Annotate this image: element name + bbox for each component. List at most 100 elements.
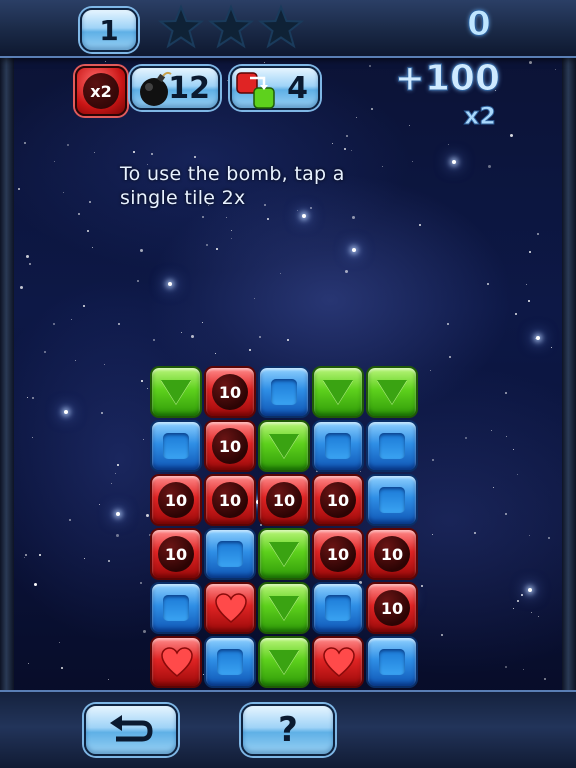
star-dot — [441, 634, 444, 637]
tile-green[interactable] — [312, 366, 364, 418]
square-gem-icon — [163, 433, 189, 459]
tile-blue[interactable] — [258, 366, 310, 418]
tile-blue[interactable] — [366, 474, 418, 526]
tile-red-10[interactable]: 10 — [150, 474, 202, 526]
star-dot — [153, 339, 156, 342]
star-dot — [91, 246, 93, 248]
tile-blue[interactable] — [150, 420, 202, 472]
star-dot — [118, 323, 121, 326]
tile-red-10[interactable]: 10 — [204, 474, 256, 526]
coin-value: 10 — [212, 428, 248, 464]
coin-value: 10 — [266, 482, 302, 518]
star-dot — [99, 504, 101, 506]
top-bar: 1 0 — [0, 0, 576, 58]
bright-star — [452, 160, 456, 164]
help-button[interactable]: ? — [241, 704, 335, 756]
star-dot — [104, 60, 106, 62]
bomb-powerup-button[interactable]: 12 — [130, 66, 220, 110]
star-dot — [263, 62, 265, 64]
star-dot — [27, 662, 29, 664]
triangle-gem-icon — [161, 380, 191, 404]
tile-blue[interactable] — [204, 636, 256, 688]
star-dot — [464, 437, 467, 440]
star-dot — [201, 321, 203, 323]
left-frame-pillar — [0, 56, 14, 690]
multiplier-powerup[interactable]: x2 — [75, 66, 127, 116]
star-dot — [550, 346, 552, 348]
square-gem-icon — [325, 595, 351, 621]
coin-value: 10 — [374, 536, 410, 572]
star-dot — [447, 322, 450, 325]
tile-green[interactable] — [258, 636, 310, 688]
heart-icon — [161, 647, 193, 677]
star-dot — [31, 437, 33, 439]
level-indicator[interactable]: 1 — [80, 8, 138, 52]
tile-blue[interactable] — [204, 528, 256, 580]
tile-green[interactable] — [258, 528, 310, 580]
bright-star — [528, 588, 532, 592]
multiplier-label: x2 — [83, 73, 119, 109]
star-dot — [409, 124, 411, 126]
star-dot — [345, 134, 348, 137]
star-dot — [78, 213, 81, 216]
star-dot — [249, 349, 251, 352]
tile-red-10[interactable]: 10 — [204, 420, 256, 472]
coin-value: 10 — [212, 482, 248, 518]
bonus-multiplier: x2 — [463, 102, 496, 131]
star-dot — [202, 215, 205, 218]
star-dot — [371, 108, 374, 111]
tile-blue[interactable] — [150, 582, 202, 634]
coin-value: 10 — [320, 482, 356, 518]
tile-red-10[interactable]: 10 — [312, 474, 364, 526]
tile-green[interactable] — [258, 420, 310, 472]
tile-red-10[interactable]: 10 — [312, 528, 364, 580]
swap-powerup-button[interactable]: 4 — [230, 66, 320, 110]
tile-red-heart[interactable] — [204, 582, 256, 634]
star-dot — [143, 438, 145, 440]
star-dot — [104, 364, 106, 366]
tile-green[interactable] — [366, 366, 418, 418]
star-dot — [538, 616, 540, 618]
triangle-gem-icon — [269, 542, 299, 566]
tile-blue[interactable] — [366, 636, 418, 688]
tile-red-10[interactable]: 10 — [150, 528, 202, 580]
star-icon — [208, 4, 254, 49]
tile-red-heart[interactable] — [150, 636, 202, 688]
star-dot — [23, 141, 26, 144]
star-dot — [431, 458, 434, 461]
star-dot — [493, 486, 495, 488]
tile-red-10[interactable]: 10 — [366, 582, 418, 634]
star-dot — [517, 473, 519, 475]
coin-value: 10 — [158, 482, 194, 518]
star-dot — [53, 323, 56, 326]
heart-icon — [323, 647, 355, 677]
coin-value: 10 — [374, 590, 410, 626]
star-dot — [62, 192, 64, 194]
tile-red-heart[interactable] — [312, 636, 364, 688]
star-dot — [115, 472, 117, 474]
tile-red-10[interactable]: 10 — [366, 528, 418, 580]
star-dot — [515, 313, 518, 316]
triangle-gem-icon — [323, 380, 353, 404]
tile-red-10[interactable]: 10 — [204, 366, 256, 418]
bomb-count: 12 — [168, 70, 210, 106]
tile-blue[interactable] — [366, 420, 418, 472]
tile-blue[interactable] — [312, 582, 364, 634]
tile-board: 10 10 10 10 10 10 10 10 10 10 — [150, 366, 425, 691]
star-dot — [520, 594, 523, 597]
star-dot — [254, 297, 256, 299]
tile-red-10[interactable]: 10 — [258, 474, 310, 526]
back-button[interactable] — [84, 704, 178, 756]
tile-green[interactable] — [150, 366, 202, 418]
tile-green[interactable] — [258, 582, 310, 634]
star-dot — [431, 534, 433, 536]
star-dot — [419, 223, 422, 226]
star-dot — [44, 350, 47, 353]
star-dot — [555, 68, 557, 70]
star-dot — [369, 64, 372, 67]
star-dot — [147, 387, 149, 389]
star-icon — [258, 4, 304, 49]
star-dot — [267, 217, 270, 220]
star-dot — [143, 630, 146, 634]
tile-blue[interactable] — [312, 420, 364, 472]
